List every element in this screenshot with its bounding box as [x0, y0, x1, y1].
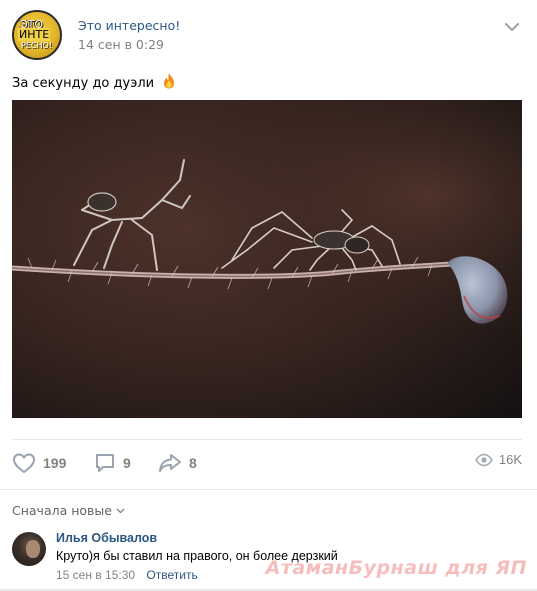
post-actions-bar: 199 9 8 16K [12, 448, 522, 480]
post-photo[interactable] [12, 100, 522, 418]
group-name-link[interactable]: Это интересно! [78, 18, 180, 33]
comment-icon [96, 454, 114, 472]
share-count: 8 [189, 455, 197, 471]
share-button[interactable]: 8 [158, 452, 197, 474]
reply-button[interactable]: Ответить [146, 568, 197, 582]
post-text: За секунду до дуэли [12, 72, 177, 91]
comment-author-link[interactable]: Илья Обывалов [56, 531, 157, 545]
post-date[interactable]: 14 сен в 0:29 [78, 37, 164, 52]
avatar-text-line-2: ИНТЕ [18, 28, 51, 41]
post-header: ЭТО ИНТЕ РЕСНО! Это интересно! 14 сен в … [12, 10, 525, 60]
fire-emoji-icon [164, 73, 175, 89]
chevron-down-icon [116, 508, 125, 513]
comment-button[interactable]: 9 [94, 452, 131, 474]
photo-mantis-spider-image [12, 100, 522, 418]
watermark: АтаманБурнаш для ЯП [265, 557, 527, 579]
sort-label: Сначала новые [12, 503, 112, 518]
comments-sort-dropdown[interactable]: Сначала новые [12, 503, 125, 518]
eye-icon [474, 453, 493, 466]
like-button[interactable]: 199 [12, 452, 66, 474]
post-text-content: За секунду до дуэли [12, 76, 155, 91]
views-count: 16K [498, 452, 522, 467]
group-avatar[interactable]: ЭТО ИНТЕ РЕСНО! [12, 10, 62, 60]
divider [12, 439, 522, 440]
heart-icon [12, 453, 36, 474]
comment-meta: 15 сен в 15:30 Ответить [56, 568, 198, 582]
avatar[interactable] [12, 532, 46, 566]
share-arrow-icon [159, 454, 181, 472]
like-count: 199 [43, 455, 67, 471]
views-indicator: 16K [474, 452, 522, 467]
comment-count: 9 [123, 455, 131, 471]
avatar-text-line-3: РЕСНО! [21, 41, 52, 50]
divider [0, 489, 537, 490]
avatar-face [26, 540, 40, 558]
chevron-down-icon[interactable] [505, 22, 519, 32]
comment-time[interactable]: 15 сен в 15:30 [56, 568, 135, 582]
